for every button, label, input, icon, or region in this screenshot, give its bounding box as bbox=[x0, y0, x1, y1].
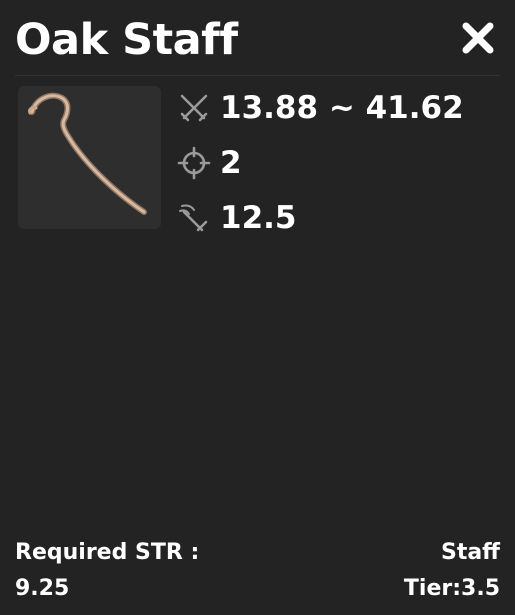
item-tier: Tier:3.5 bbox=[403, 576, 500, 601]
stat-range-row: 2 bbox=[176, 143, 242, 183]
oak-staff-image bbox=[28, 92, 147, 215]
item-type: Staff bbox=[440, 540, 500, 565]
close-button[interactable] bbox=[458, 18, 498, 58]
swords-icon bbox=[180, 94, 208, 122]
header-divider bbox=[15, 75, 500, 76]
required-str-value: 9.25 bbox=[15, 576, 70, 601]
range-value: 2 bbox=[220, 145, 242, 181]
item-tooltip-panel: Oak Staff 13.88 ~ 41.62 2 12.5 Required … bbox=[0, 0, 515, 615]
close-icon bbox=[462, 22, 494, 54]
stat-speed-row: 12.5 bbox=[176, 198, 297, 238]
item-image-slot bbox=[18, 86, 161, 229]
required-str-label: Required STR : bbox=[15, 540, 200, 565]
damage-value: 13.88 ~ 41.62 bbox=[220, 90, 464, 126]
stat-damage-row: 13.88 ~ 41.62 bbox=[176, 88, 464, 128]
attack-speed-icon bbox=[179, 204, 208, 232]
speed-value: 12.5 bbox=[220, 200, 297, 236]
item-name: Oak Staff bbox=[15, 15, 238, 65]
crosshair-icon bbox=[177, 146, 211, 180]
